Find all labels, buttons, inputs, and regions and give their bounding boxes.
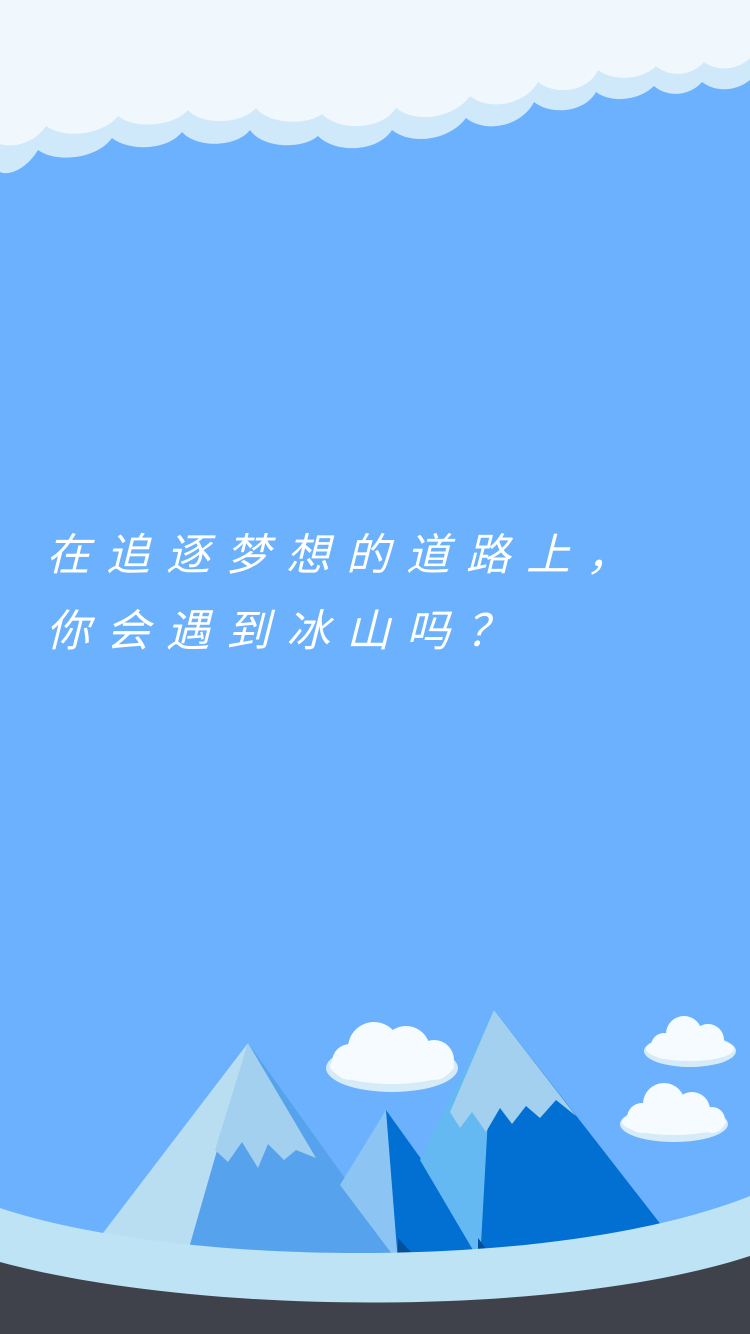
small-cloud-right-top <box>644 1016 736 1067</box>
mountains <box>90 1010 736 1262</box>
left-mountain-snow <box>215 1043 316 1168</box>
top-cloud-bank <box>0 0 750 174</box>
headline-line-1: 在追逐梦想的道路上， <box>46 530 646 581</box>
headline: 在追逐梦想的道路上， 你会遇到冰山吗？ <box>46 518 736 670</box>
small-cloud-right-bottom <box>620 1083 728 1142</box>
headline-line-2: 你会遇到冰山吗？ <box>46 606 526 657</box>
splash-screen: 在追逐梦想的道路上， 你会遇到冰山吗？ <box>0 0 750 1334</box>
small-cloud-center <box>326 1022 458 1092</box>
